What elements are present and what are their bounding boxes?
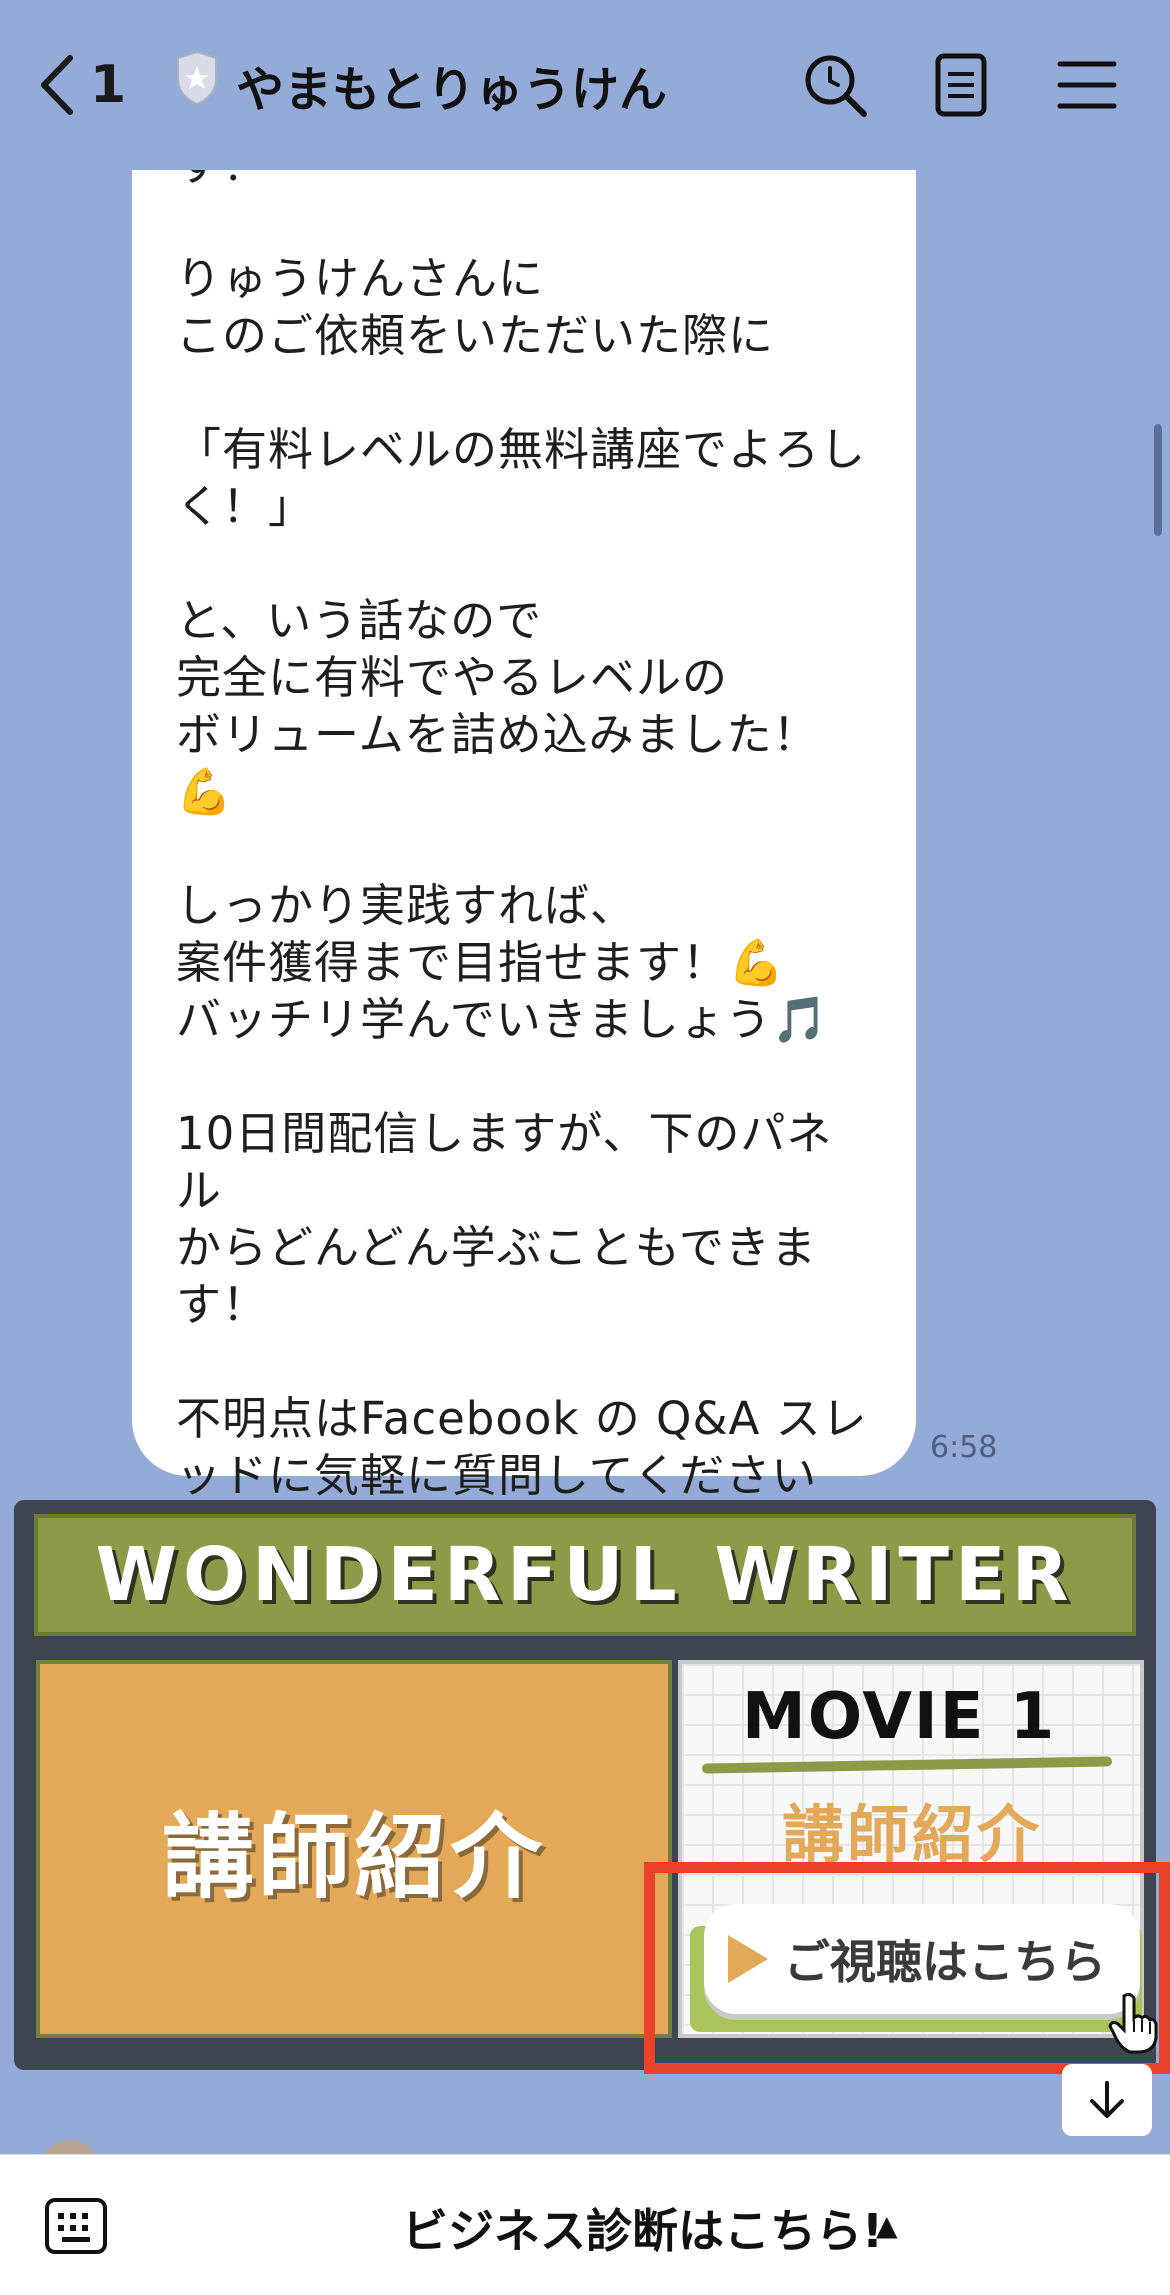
scrollbar[interactable] [1154,424,1162,536]
scroll-down-button[interactable] [1062,2064,1152,2136]
back-button[interactable]: 1 [36,48,126,122]
menu-icon[interactable] [1050,48,1124,122]
search-icon[interactable] [798,48,872,122]
message-bubble: す！ りゅうけんさんに このご依頼をいただいた際に 「有料レベルの無料講座でよろ… [132,120,916,1559]
chevron-left-icon [41,55,73,115]
rich-menu-bar: ビジネス診断はこちら! ▲ [0,2154,1170,2295]
message-time: 6:58 [930,1430,998,1465]
chat-title: やまもとりゅうけん [236,62,668,118]
card-banner: WONDERFUL WRITER [34,1514,1136,1636]
instructor-panel[interactable]: 講師紹介 [36,1660,672,2038]
rich-menu-toggle[interactable]: ビジネス診断はこちら! [402,2195,883,2261]
chat-header: 1 やまもとりゅうけん [0,0,1170,170]
banner-text: WONDERFUL WRITER [95,1532,1075,1618]
unread-count: 1 [90,55,127,115]
keyboard-icon[interactable] [44,2197,108,2255]
highlight-box [644,1862,1170,2074]
left-title: 講師紹介 [161,1803,546,1911]
expand-arrow-icon[interactable]: ▲ [876,2209,898,2242]
movie-label: MOVIE 1 [742,1680,1057,1754]
movie-title: 講師紹介 [782,1798,1043,1871]
arrow-down-icon [1090,2081,1124,2118]
underline-decoration [701,1756,1113,1774]
shield-icon [177,50,217,106]
notes-icon[interactable] [924,48,998,122]
